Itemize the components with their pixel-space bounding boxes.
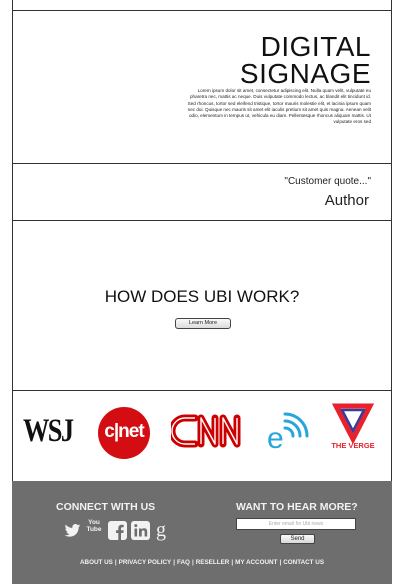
quote-author: Author xyxy=(324,192,369,209)
svg-text:e: e xyxy=(267,422,284,455)
verge-triangle-icon xyxy=(331,403,375,445)
hero-title-line1: DIGITAL xyxy=(260,31,371,62)
how-it-works-section: HOW DOES UBI WORK? Learn More xyxy=(12,221,392,391)
hero-title: DIGITAL SIGNAGE xyxy=(239,31,371,89)
press-logos-section: WSJ c|net e THE VERGE xyxy=(12,391,392,481)
google-plus-icon[interactable]: g xyxy=(156,519,169,541)
learn-more-button[interactable]: Learn More xyxy=(175,318,231,329)
footer-link-faq[interactable]: FAQ xyxy=(177,559,190,566)
footer-link-contact-us[interactable]: CONTACT US xyxy=(283,559,324,566)
twitter-icon[interactable] xyxy=(64,524,81,537)
footer-link-about-us[interactable]: ABOUT US xyxy=(80,559,113,566)
cnn-logo[interactable] xyxy=(171,408,251,454)
testimonial-section: "Customer quote..." Author xyxy=(12,164,392,221)
hero-title-line2: SIGNAGE xyxy=(239,58,371,89)
facebook-icon[interactable] xyxy=(108,521,127,540)
customer-quote: "Customer quote..." xyxy=(284,176,371,187)
how-title: HOW DOES UBI WORK? xyxy=(104,287,300,306)
footer: CONNECT WITH US You Tube g WANT TO HEAR … xyxy=(12,481,392,584)
youtube-icon[interactable]: You Tube xyxy=(86,519,102,539)
footer-link-privacy-policy[interactable]: PRIVACY POLICY xyxy=(119,559,172,566)
hero-body-text: Lorem ipsum dolor sit amet, consectetur … xyxy=(187,88,371,125)
footer-link-my-account[interactable]: MY ACCOUNT xyxy=(235,559,277,566)
e-wifi-logo[interactable]: e xyxy=(263,406,313,456)
wsj-logo[interactable]: WSJ xyxy=(23,413,74,450)
hero-section: DIGITAL SIGNAGE Lorem ipsum dolor sit am… xyxy=(12,10,392,164)
the-verge-logo[interactable]: THE VERGE xyxy=(326,403,380,450)
linkedin-icon[interactable] xyxy=(131,521,150,540)
cnet-logo[interactable]: c|net xyxy=(98,407,150,459)
cnet-logo-text: c|net xyxy=(104,421,144,442)
footer-links: ABOUT US | PRIVACY POLICY | FAQ | RESELLER | MY … xyxy=(12,559,392,566)
connect-title: CONNECT WITH US xyxy=(56,501,156,513)
send-button[interactable]: Send xyxy=(280,534,315,544)
newsletter-email-input[interactable] xyxy=(236,518,356,530)
top-strip xyxy=(12,0,392,10)
svg-text:g: g xyxy=(156,519,166,541)
newsletter-title: WANT TO HEAR MORE? xyxy=(236,501,358,513)
verge-logo-text: THE VERGE xyxy=(331,441,375,450)
footer-link-reseller[interactable]: RESELLER xyxy=(196,559,230,566)
youtube-icon-text: You Tube xyxy=(86,519,102,533)
